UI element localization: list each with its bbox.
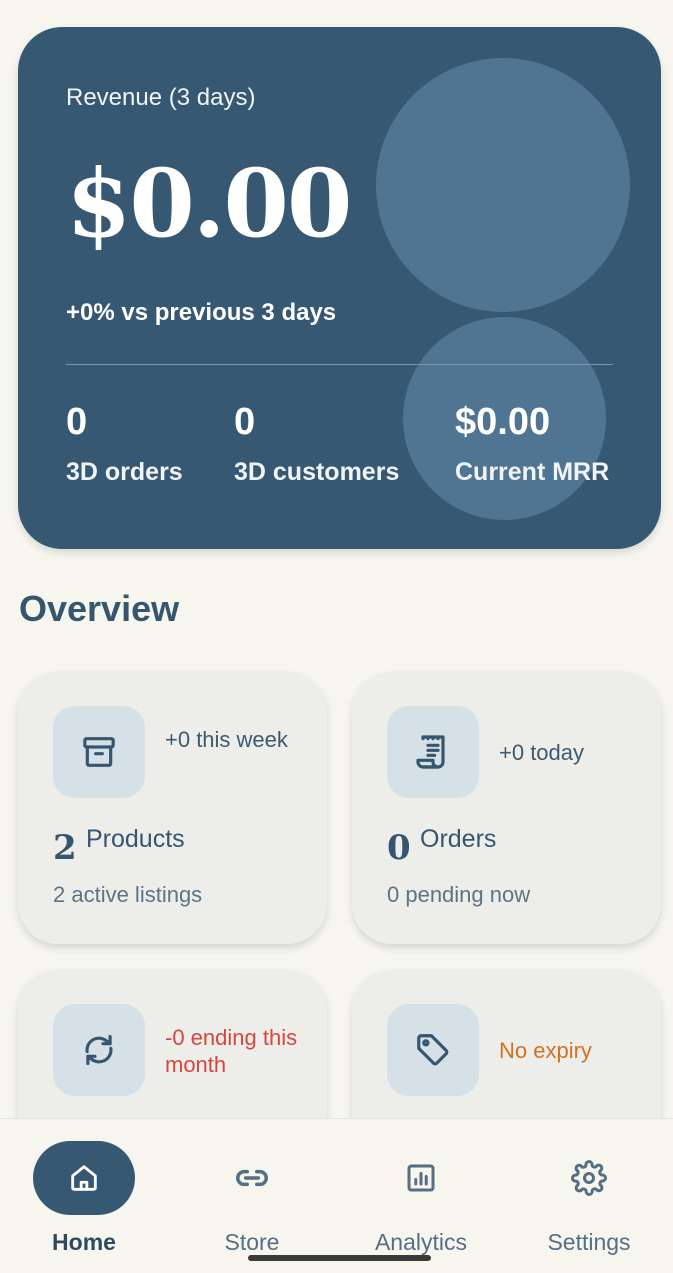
link-icon xyxy=(201,1141,303,1215)
revenue-title: Revenue (3 days) xyxy=(66,84,256,111)
tile-subtext: 2 active listings xyxy=(53,882,203,907)
products-tile[interactable]: +0 this week 2 Products 2 active listing… xyxy=(18,672,327,944)
gear-icon xyxy=(538,1141,640,1215)
tile-name: Orders xyxy=(420,825,497,853)
revenue-comparison: +0% vs previous 3 days xyxy=(66,299,337,326)
nav-label: Analytics xyxy=(374,1229,468,1255)
stat-value: 0 xyxy=(234,401,256,443)
tile-note: +0 today xyxy=(499,740,585,765)
home-indicator[interactable] xyxy=(248,1255,431,1261)
tile-note: -0 ending this month xyxy=(165,1025,298,1077)
stat-label: 3D customers xyxy=(234,458,400,486)
stat-3d-orders: 0 3D orders xyxy=(66,401,183,487)
stat-current-mrr: $0.00 Current MRR xyxy=(455,401,609,487)
receipt-icon xyxy=(387,706,479,798)
app-screen: Revenue (3 days) $0.00 +0% vs previous 3… xyxy=(0,0,673,1273)
stat-value: $0.00 xyxy=(455,401,551,443)
revenue-card[interactable]: Revenue (3 days) $0.00 +0% vs previous 3… xyxy=(18,27,661,549)
refresh-icon xyxy=(53,1004,145,1096)
stat-value: 0 xyxy=(66,401,88,443)
tile-count: 0 xyxy=(387,828,411,868)
section-title-overview: Overview xyxy=(19,588,180,629)
tile-name: Products xyxy=(86,825,185,853)
home-icon xyxy=(33,1141,135,1215)
analytics-icon xyxy=(370,1141,472,1215)
stat-label: 3D orders xyxy=(66,458,183,486)
decorative-circle-large xyxy=(376,58,630,312)
tile-note: +0 this week xyxy=(165,727,288,752)
nav-label: Home xyxy=(52,1229,116,1255)
orders-tile[interactable]: +0 today 0 Orders 0 pending now xyxy=(352,672,661,944)
bottom-navigation: Home Store Analytics Settings xyxy=(0,1118,673,1273)
tile-count: 2 xyxy=(53,828,77,868)
nav-item-settings[interactable]: Settings xyxy=(505,1119,673,1273)
tile-note: No expiry xyxy=(499,1038,592,1063)
stat-label: Current MRR xyxy=(455,458,610,486)
tile-subtext: 0 pending now xyxy=(387,882,531,907)
nav-item-store[interactable]: Store xyxy=(168,1119,336,1273)
revenue-divider xyxy=(66,364,613,365)
archive-icon xyxy=(53,706,145,798)
nav-label: Settings xyxy=(547,1229,631,1255)
tag-icon xyxy=(387,1004,479,1096)
nav-item-analytics[interactable]: Analytics xyxy=(337,1119,505,1273)
nav-label: Store xyxy=(224,1229,280,1255)
revenue-amount: $0.00 xyxy=(66,149,352,259)
stat-3d-customers: 0 3D customers xyxy=(234,401,399,487)
nav-item-home[interactable]: Home xyxy=(0,1119,168,1273)
